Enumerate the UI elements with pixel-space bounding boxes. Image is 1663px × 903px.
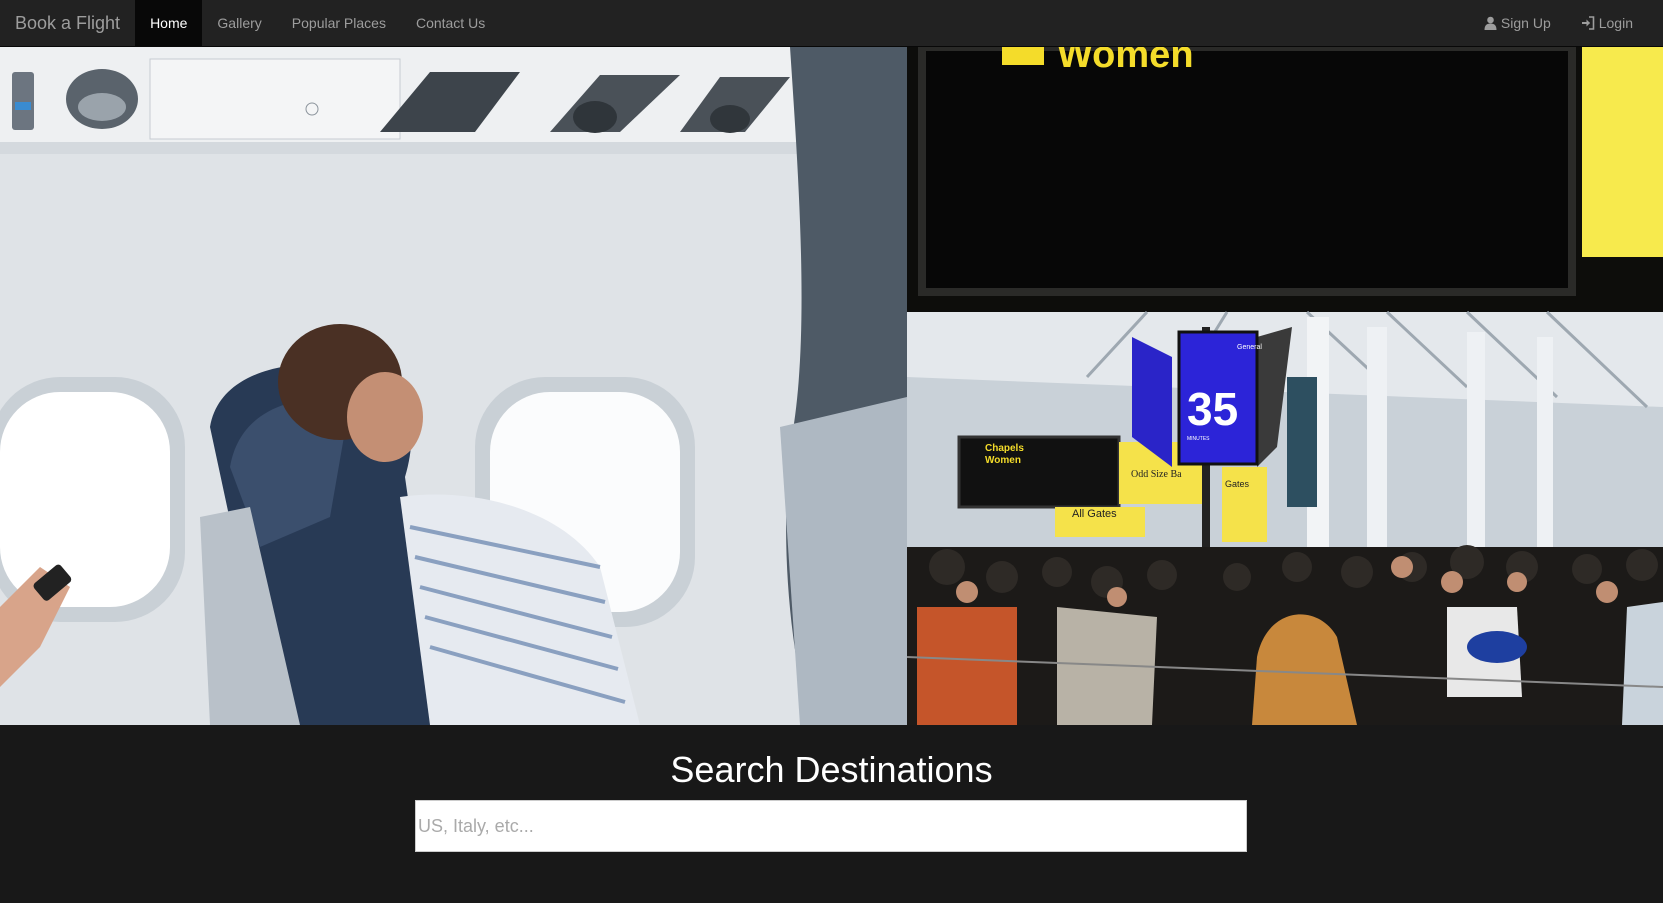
main-nav: Home Gallery Popular Places Contact Us bbox=[135, 0, 500, 46]
nav-home[interactable]: Home bbox=[135, 0, 203, 46]
screen-header-text: General bbox=[1237, 344, 1262, 351]
search-title: Search Destinations bbox=[670, 749, 993, 790]
airport-security-line-photo: Women Chapels Women Odd Size Ba All Gate… bbox=[907, 47, 1663, 725]
login-label: Login bbox=[1598, 15, 1633, 31]
page: Book a Flight Home Gallery Popular Place… bbox=[0, 0, 1663, 903]
screen-unit-text: MINUTES bbox=[1187, 436, 1210, 442]
nav-sign-up[interactable]: Sign Up bbox=[1469, 0, 1566, 46]
women-sign-text: Women bbox=[1057, 47, 1194, 76]
top-navbar: Book a Flight Home Gallery Popular Place… bbox=[0, 0, 1663, 47]
gates-sign-text: Gates bbox=[1225, 479, 1250, 489]
odd-size-sign-text: Odd Size Ba bbox=[1131, 469, 1182, 480]
nav-contact-us[interactable]: Contact Us bbox=[401, 0, 500, 46]
login-icon bbox=[1581, 16, 1595, 30]
user-icon bbox=[1484, 16, 1497, 30]
hero-banner: Women Chapels Women Odd Size Ba All Gate… bbox=[0, 47, 1663, 725]
brand-link[interactable]: Book a Flight bbox=[0, 0, 135, 46]
nav-popular-places[interactable]: Popular Places bbox=[277, 0, 401, 46]
nav-gallery[interactable]: Gallery bbox=[202, 0, 276, 46]
airplane-cabin-photo bbox=[0, 47, 907, 725]
nav-login[interactable]: Login bbox=[1566, 0, 1648, 46]
search-section: Search Destinations bbox=[0, 725, 1663, 903]
screen-minutes-text: 35 bbox=[1187, 383, 1238, 435]
women-small-sign-text: Women bbox=[985, 455, 1021, 466]
all-gates-sign-text: All Gates bbox=[1072, 508, 1117, 520]
destination-search-input[interactable] bbox=[415, 800, 1247, 852]
sign-up-label: Sign Up bbox=[1500, 15, 1551, 31]
account-nav: Sign Up Login bbox=[1469, 0, 1648, 46]
chapels-sign-text: Chapels bbox=[985, 443, 1024, 454]
